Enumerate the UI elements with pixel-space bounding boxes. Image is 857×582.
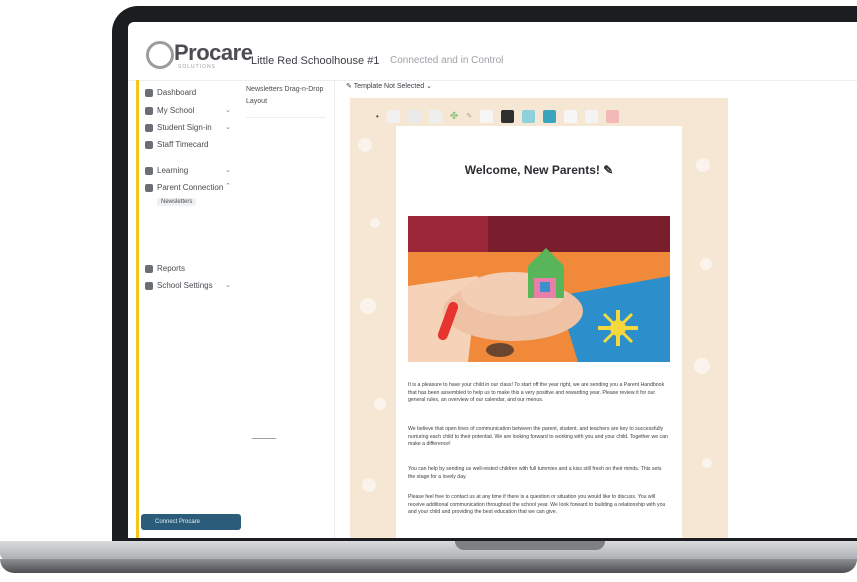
panel-layout-heading: Layout [246, 98, 268, 105]
procare-logo[interactable]: Procare SOLUTIONS [146, 37, 253, 71]
laptop-base [0, 541, 857, 561]
laptop-base-lip [0, 559, 857, 573]
chevron-down-icon[interactable]: ⌄ [225, 106, 231, 114]
clover-icon[interactable]: ✤ [450, 111, 458, 122]
sidebar-item-staff-timecard[interactable]: Staff Timecard [145, 140, 208, 149]
sidebar-item-label: School Settings [157, 281, 213, 290]
settings-icon [145, 281, 153, 290]
sidebar-item-dashboard[interactable]: Dashboard [145, 88, 196, 97]
swatch-pink[interactable] [606, 109, 620, 123]
bullet-icon[interactable]: • [376, 112, 379, 121]
people-icon [145, 183, 153, 192]
editor-toolbar: • ✤ ✎ [368, 106, 708, 126]
canvas-dot [374, 398, 386, 410]
newsletter-document[interactable]: Welcome, New Parents! ✎ It is a pleasure… [396, 126, 682, 538]
sidebar: Dashboard My School ⌄ Student Sign-in ⌄ … [136, 80, 242, 538]
laptop-notch [455, 541, 605, 550]
logo-text: Procare [174, 40, 253, 65]
canvas-dot [370, 218, 380, 228]
panel-divider [246, 117, 326, 118]
newsletter-title[interactable]: Welcome, New Parents! ✎ [396, 163, 682, 177]
sidebar-item-learning[interactable]: Learning [145, 166, 188, 175]
calendar-icon [145, 123, 153, 132]
swatch-white[interactable] [480, 109, 494, 123]
template-icon: ✎ [346, 83, 354, 90]
canvas-dot [702, 458, 712, 468]
chevron-down-icon[interactable]: ⌄ [225, 281, 231, 289]
connect-procare-button[interactable]: Connect Procare [141, 514, 241, 530]
canvas-dot [694, 358, 710, 374]
swatch-teal[interactable] [543, 109, 557, 123]
clock-icon [145, 140, 153, 149]
tagline: Connected and in Control [390, 55, 504, 66]
pencil-icon[interactable]: ✎ [466, 112, 472, 120]
chevron-down-icon: ⌄ [424, 83, 432, 90]
edit-pencil-icon[interactable]: ✎ [603, 163, 613, 177]
canvas-dot [358, 138, 372, 152]
sidebar-item-label: Parent Connection [157, 183, 224, 192]
newsletter-photo[interactable] [408, 216, 670, 362]
swatch-white-3[interactable] [585, 109, 599, 123]
sidebar-item-my-school[interactable]: My School [145, 106, 194, 115]
newsletter-paragraph[interactable]: It is a pleasure to have your child in o… [408, 382, 670, 405]
sidebar-item-label: Reports [157, 264, 186, 273]
canvas-dot [700, 258, 712, 270]
template-selector[interactable]: ✎ Template Not Selected ⌄ [346, 82, 432, 90]
sidebar-item-label: Staff Timecard [157, 140, 209, 149]
swatch-1[interactable] [386, 109, 400, 123]
swatch-black[interactable] [501, 109, 515, 123]
app-screen: Procare SOLUTIONS Little Red Schoolhouse… [128, 22, 857, 538]
sidebar-item-label: Student Sign-in [157, 123, 212, 132]
sidebar-item-label: Dashboard [157, 88, 197, 97]
canvas-dot [696, 158, 710, 172]
photo-hands-clay-house [408, 216, 670, 362]
dashboard-icon [145, 88, 153, 97]
newsletter-title-text: Welcome, New Parents! [464, 163, 600, 177]
newsletter-paragraph[interactable]: You can help by sending us well-rested c… [408, 466, 670, 481]
school-name[interactable]: Little Red Schoolhouse #1 [251, 55, 379, 67]
chevron-down-icon[interactable]: ⌄ [225, 166, 231, 174]
panel-tabs[interactable]: Newsletters Drag-n-Drop [246, 86, 323, 93]
newsletter-paragraph[interactable]: We believe that open lines of communicat… [408, 426, 670, 449]
swatch-light-blue[interactable] [522, 109, 536, 123]
chevron-up-icon[interactable]: ⌃ [225, 182, 231, 190]
report-icon [145, 264, 153, 273]
swatch-3[interactable] [428, 109, 442, 123]
template-selector-label: Template Not Selected [353, 83, 425, 90]
swatch-2[interactable] [407, 109, 421, 123]
canvas-dot [360, 298, 376, 314]
sidebar-item-parent-connection[interactable]: Parent Connection [145, 183, 223, 192]
school-icon [145, 106, 153, 115]
sidebar-item-label: Learning [157, 166, 189, 175]
sidebar-item-school-settings[interactable]: School Settings [145, 281, 213, 290]
canvas-dot [362, 478, 376, 492]
sidebar-item-label: My School [157, 106, 195, 115]
newsletter-panel: Newsletters Drag-n-Drop Layout [240, 80, 335, 538]
panel-divider [252, 438, 276, 439]
sidebar-item-reports[interactable]: Reports [145, 264, 185, 273]
logo-mark-icon [146, 41, 174, 69]
sidebar-subitem-newsletters[interactable]: Newsletters [157, 198, 197, 206]
swatch-white-2[interactable] [564, 109, 578, 123]
top-bar: Procare SOLUTIONS Little Red Schoolhouse… [128, 22, 857, 81]
sidebar-item-student-sign-in[interactable]: Student Sign-in [145, 123, 212, 132]
learning-icon [145, 166, 153, 175]
newsletter-paragraph[interactable]: Please feel free to contact us at any ti… [408, 494, 670, 517]
logo-subtext: SOLUTIONS [178, 64, 216, 70]
chevron-down-icon[interactable]: ⌄ [225, 123, 231, 131]
